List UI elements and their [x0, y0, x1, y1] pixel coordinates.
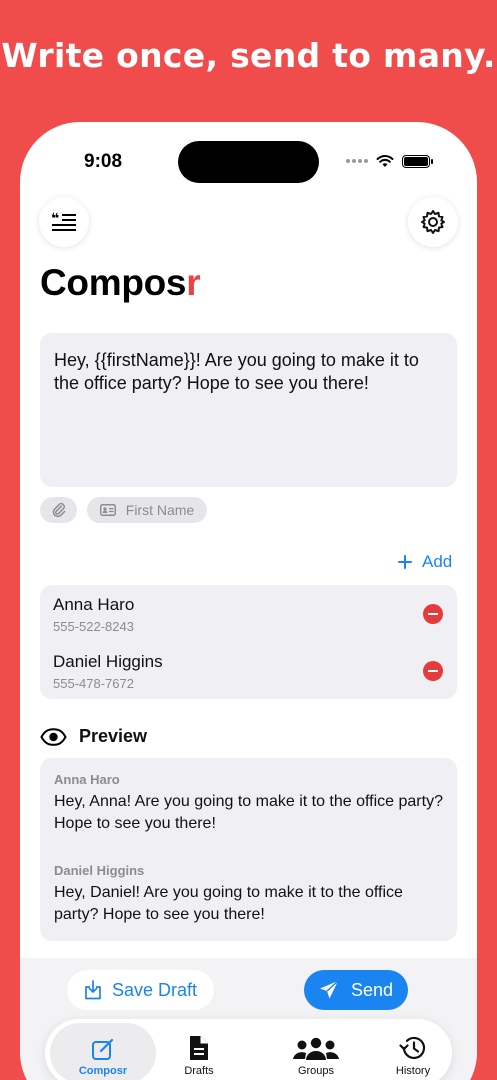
promo-headline: Write once, send to many.	[1, 36, 496, 75]
history-icon	[399, 1036, 426, 1060]
add-label: Add	[422, 552, 453, 571]
preview-message: Hey, Anna! Are you going to make it to t…	[54, 793, 443, 832]
recipient-name: Anna Haro	[53, 595, 135, 614]
recipient-item: Anna Haro 555-522-8243	[53, 595, 134, 634]
tab-label: Groups	[297, 1065, 335, 1077]
cellular-signal-icon	[346, 159, 368, 163]
preview-message: Hey, Daniel! Are you going to make it to…	[54, 884, 403, 923]
tab-drafts[interactable]: Drafts	[166, 1023, 232, 1080]
settings-button[interactable]	[408, 197, 458, 247]
download-tray-icon	[85, 980, 101, 1000]
tab-groups[interactable]: Groups	[281, 1023, 351, 1080]
people-icon	[293, 1037, 339, 1060]
phone-screen: 9:08 ❝ Composr Hey, {{firstName}}! Are y…	[20, 122, 477, 1080]
battery-icon	[402, 154, 433, 168]
save-draft-button[interactable]: Save Draft	[67, 970, 214, 1010]
remove-recipient-button[interactable]	[423, 604, 443, 624]
preview-item: Daniel Higgins Hey, Daniel! Are you goin…	[54, 863, 449, 926]
recipient-phone: 555-522-8243	[53, 619, 134, 634]
app-title-accent: r	[186, 262, 201, 303]
minus-icon	[428, 613, 438, 615]
document-icon	[190, 1036, 208, 1060]
contact-card-icon	[99, 504, 116, 516]
menu-button[interactable]: ❝	[39, 197, 89, 247]
preview-recipient-name: Daniel Higgins	[54, 863, 145, 878]
tab-label: Drafts	[184, 1065, 214, 1077]
recipient-list: Anna Haro 555-522-8243 Daniel Higgins 55…	[40, 585, 457, 699]
tab-label: Composr	[78, 1065, 128, 1077]
recipient-item: Daniel Higgins 555-478-7672	[53, 652, 163, 691]
tab-bar: Composr Drafts Groups History	[45, 1019, 452, 1080]
wifi-icon	[376, 155, 394, 167]
attach-button[interactable]	[40, 497, 77, 523]
quote-list-icon: ❝	[51, 211, 76, 231]
preview-recipient-name: Anna Haro	[54, 772, 120, 787]
add-recipient-button[interactable]: Add	[398, 552, 452, 572]
paper-plane-icon	[319, 980, 339, 999]
app-title: Composr	[40, 262, 201, 304]
status-time: 9:08	[84, 151, 123, 172]
minus-icon	[428, 670, 438, 672]
tab-label: History	[395, 1065, 431, 1077]
tab-history[interactable]: History	[380, 1023, 446, 1080]
app-title-main: Compos	[40, 262, 187, 303]
send-button[interactable]: Send	[304, 970, 408, 1010]
remove-recipient-button[interactable]	[423, 661, 443, 681]
paperclip-icon	[52, 502, 65, 518]
first-name-chip-label: First Name	[125, 502, 195, 518]
eye-icon	[40, 727, 67, 746]
preview-header: Preview	[40, 726, 147, 747]
preview-heading: Preview	[79, 726, 148, 746]
preview-item: Anna Haro Hey, Anna! Are you going to ma…	[54, 772, 449, 835]
gear-icon	[421, 210, 445, 234]
save-draft-label: Save Draft	[111, 979, 198, 1000]
first-name-chip[interactable]: First Name	[87, 497, 207, 523]
dynamic-island	[178, 141, 319, 183]
compose-icon	[92, 1038, 114, 1060]
plus-icon	[398, 555, 412, 569]
preview-list: Anna Haro Hey, Anna! Are you going to ma…	[40, 758, 457, 941]
send-label: Send	[350, 979, 394, 1000]
tab-composr[interactable]: Composr	[50, 1023, 156, 1080]
recipient-name: Daniel Higgins	[53, 652, 163, 671]
status-icons	[346, 153, 433, 169]
message-editor[interactable]: Hey, {{firstName}}! Are you going to mak…	[40, 333, 457, 487]
recipient-phone: 555-478-7672	[53, 676, 134, 691]
